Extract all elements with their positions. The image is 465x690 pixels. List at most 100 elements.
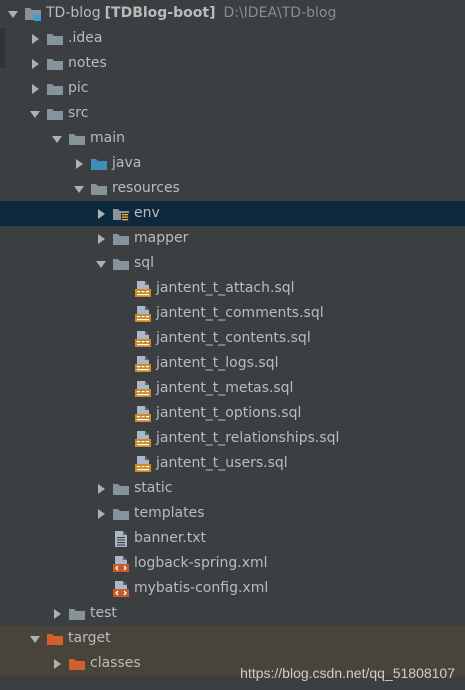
arrow-spacer [94, 576, 108, 601]
tree-row-src[interactable]: src [0, 101, 465, 126]
sql-file-icon [134, 280, 152, 297]
project-path: D:\IDEA\TD-blog [223, 5, 337, 21]
tree-row-idea[interactable]: .idea [0, 26, 465, 51]
arrow-spacer [116, 301, 130, 326]
folder-icon [112, 481, 130, 497]
tree-item-label: notes [68, 55, 107, 71]
sql-file-icon [134, 330, 152, 347]
xml-file-icon [112, 580, 130, 597]
tree-item-label: jantent_t_contents.sql [156, 330, 311, 346]
tree-item-label: src [68, 105, 89, 121]
tree-item-label: java [112, 155, 142, 171]
tree-row-jantent-t-metas-sql[interactable]: jantent_t_metas.sql [0, 376, 465, 401]
tree-item-label: jantent_t_metas.sql [156, 380, 294, 396]
sql-file-icon [134, 455, 152, 472]
tree-row-jantent-t-options-sql[interactable]: jantent_t_options.sql [0, 401, 465, 426]
tree-row-notes[interactable]: notes [0, 51, 465, 76]
tree-row-sql[interactable]: sql [0, 251, 465, 276]
folder-icon [112, 231, 130, 247]
tree-item-label: pic [68, 80, 89, 96]
tree-row-jantent-t-contents-sql[interactable]: jantent_t_contents.sql [0, 326, 465, 351]
arrow-spacer [116, 426, 130, 451]
folder-icon [46, 81, 64, 97]
tree-item-label: target [68, 630, 111, 646]
tree-item-label: .idea [68, 30, 103, 46]
expanded-arrow-icon[interactable] [6, 1, 20, 26]
config-folder-icon [112, 206, 130, 222]
tree-item-label: TD-blog [TDBlog-boot] D:\IDEA\TD-blog [46, 1, 336, 26]
collapsed-arrow-icon[interactable] [94, 201, 108, 226]
source-folder-icon [90, 156, 108, 172]
tree-item-label: static [134, 480, 173, 496]
folder-icon [46, 31, 64, 47]
collapsed-arrow-icon[interactable] [94, 476, 108, 501]
tree-item-label: sql [134, 255, 155, 271]
folder-icon [46, 56, 64, 72]
resources-folder-icon [90, 181, 108, 197]
tree-row-main[interactable]: main [0, 126, 465, 151]
tree-item-label: main [90, 130, 125, 146]
collapsed-arrow-icon[interactable] [28, 26, 42, 51]
collapsed-arrow-icon[interactable] [28, 76, 42, 101]
sql-file-icon [134, 430, 152, 447]
tree-row-jantent-t-users-sql[interactable]: jantent_t_users.sql [0, 451, 465, 476]
folder-icon [46, 106, 64, 122]
tree-row-logback-spring-xml[interactable]: logback-spring.xml [0, 551, 465, 576]
xml-file-icon [112, 555, 130, 572]
tree-item-label: jantent_t_relationships.sql [156, 430, 340, 446]
arrow-spacer [116, 451, 130, 476]
sql-file-icon [134, 355, 152, 372]
tree-row-jantent-t-attach-sql[interactable]: jantent_t_attach.sql [0, 276, 465, 301]
watermark: https://blog.csdn.net/qq_51808107 [240, 665, 455, 681]
tree-row-jantent-t-logs-sql[interactable]: jantent_t_logs.sql [0, 351, 465, 376]
expanded-arrow-icon[interactable] [28, 101, 42, 126]
collapsed-arrow-icon[interactable] [50, 601, 64, 626]
collapsed-arrow-icon[interactable] [72, 151, 86, 176]
arrow-spacer [116, 276, 130, 301]
project-name: TD-blog [46, 5, 101, 21]
tree-item-label: logback-spring.xml [134, 555, 268, 571]
tree-item-label: jantent_t_users.sql [156, 455, 288, 471]
tree-item-label: classes [90, 655, 141, 671]
tree-row-target[interactable]: target [0, 626, 465, 651]
tree-item-label: mapper [134, 230, 189, 246]
expanded-arrow-icon[interactable] [50, 126, 64, 151]
arrow-spacer [94, 551, 108, 576]
tree-row-mybatis-config-xml[interactable]: mybatis-config.xml [0, 576, 465, 601]
tree-row-banner-txt[interactable]: banner.txt [0, 526, 465, 551]
collapsed-arrow-icon[interactable] [94, 501, 108, 526]
collapsed-arrow-icon[interactable] [28, 51, 42, 76]
tree-item-label: jantent_t_options.sql [156, 405, 302, 421]
tree-row-jantent-t-comments-sql[interactable]: jantent_t_comments.sql [0, 301, 465, 326]
project-icon [24, 6, 42, 22]
excluded-folder-icon [68, 656, 86, 672]
sql-file-icon [134, 305, 152, 322]
arrow-spacer [94, 526, 108, 551]
arrow-spacer [116, 351, 130, 376]
tree-row-resources[interactable]: resources [0, 176, 465, 201]
expanded-arrow-icon[interactable] [28, 626, 42, 651]
tree-row-test[interactable]: test [0, 601, 465, 626]
folder-icon [68, 606, 86, 622]
module-name: [TDBlog-boot] [104, 5, 216, 21]
arrow-spacer [116, 326, 130, 351]
tree-item-label: env [134, 205, 160, 221]
tree-row-mapper[interactable]: mapper [0, 226, 465, 251]
collapsed-arrow-icon[interactable] [94, 226, 108, 251]
tree-row-td-blog[interactable]: TD-blog [TDBlog-boot] D:\IDEA\TD-blog [0, 1, 465, 26]
excluded-folder-icon [46, 631, 64, 647]
tree-row-static[interactable]: static [0, 476, 465, 501]
expanded-arrow-icon[interactable] [72, 176, 86, 201]
expanded-arrow-icon[interactable] [94, 251, 108, 276]
tree-row-java[interactable]: java [0, 151, 465, 176]
tree-item-label: templates [134, 505, 205, 521]
folder-icon [112, 506, 130, 522]
arrow-spacer [116, 376, 130, 401]
tree-row-env[interactable]: env [0, 201, 465, 226]
folder-icon [68, 131, 86, 147]
collapsed-arrow-icon[interactable] [50, 651, 64, 676]
tree-row-pic[interactable]: pic [0, 76, 465, 101]
tree-item-label: test [90, 605, 117, 621]
tree-row-templates[interactable]: templates [0, 501, 465, 526]
tree-row-jantent-t-relationships-sql[interactable]: jantent_t_relationships.sql [0, 426, 465, 451]
